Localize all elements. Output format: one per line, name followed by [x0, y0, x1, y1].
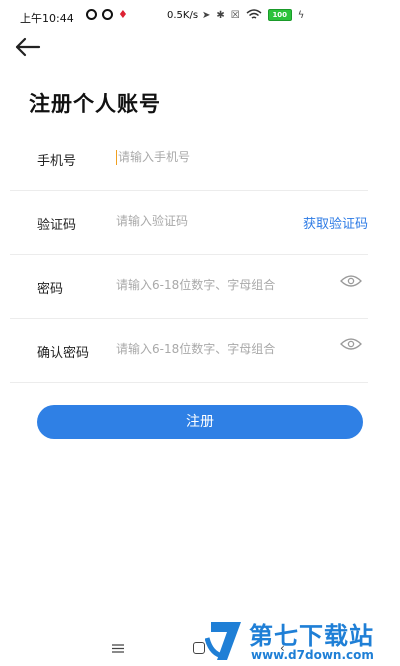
bluetooth-icon: ✱	[216, 9, 225, 21]
code-input[interactable]	[116, 214, 296, 228]
status-time: 上午10:44	[20, 12, 74, 25]
pin-icon: ♦	[118, 8, 128, 21]
system-icons: ➤ ✱ ☒ 100 ϟ	[202, 9, 304, 21]
password-input[interactable]	[116, 278, 296, 292]
watermark-url: www.d7down.com	[251, 648, 374, 662]
password-row: 密码	[10, 254, 368, 319]
code-row: 验证码 获取验证码	[10, 190, 368, 255]
location-icon: ➤	[202, 9, 211, 21]
status-bar: 上午10:44 ♦ 0.5K/s ➤ ✱ ☒ 100 ϟ	[0, 0, 400, 34]
eye-icon[interactable]	[340, 337, 362, 351]
home-icon[interactable]	[193, 642, 205, 654]
notification-icons: ♦	[86, 9, 128, 20]
page-title: 注册个人账号	[29, 92, 161, 116]
phone-input[interactable]	[118, 150, 298, 164]
register-button[interactable]: 注册	[37, 405, 363, 439]
notification-icon	[102, 9, 113, 20]
back-button[interactable]	[14, 36, 42, 58]
watermark-brand: 第七下载站	[249, 622, 374, 650]
phone-row: 手机号	[10, 126, 368, 191]
eye-icon[interactable]	[340, 274, 362, 288]
sim-icon: ☒	[230, 9, 240, 21]
menu-icon[interactable]	[112, 644, 124, 653]
phone-label: 手机号	[37, 154, 77, 169]
text-caret	[116, 150, 117, 165]
charging-icon: ϟ	[297, 9, 305, 21]
arrow-left-icon	[15, 37, 41, 57]
notification-icon	[86, 9, 97, 20]
confirm-password-row: 确认密码	[10, 318, 368, 383]
watermark-logo-icon	[205, 622, 241, 660]
confirm-password-input[interactable]	[116, 342, 296, 356]
confirm-password-label: 确认密码	[37, 346, 90, 361]
code-label: 验证码	[37, 218, 77, 233]
watermark: 第七下载站 www.d7down.com	[205, 616, 395, 664]
network-speed: 0.5K/s	[167, 10, 199, 21]
wifi-icon	[246, 9, 262, 19]
password-label: 密码	[37, 282, 64, 297]
battery-indicator: 100	[267, 9, 292, 21]
get-code-button[interactable]: 获取验证码	[303, 213, 368, 232]
